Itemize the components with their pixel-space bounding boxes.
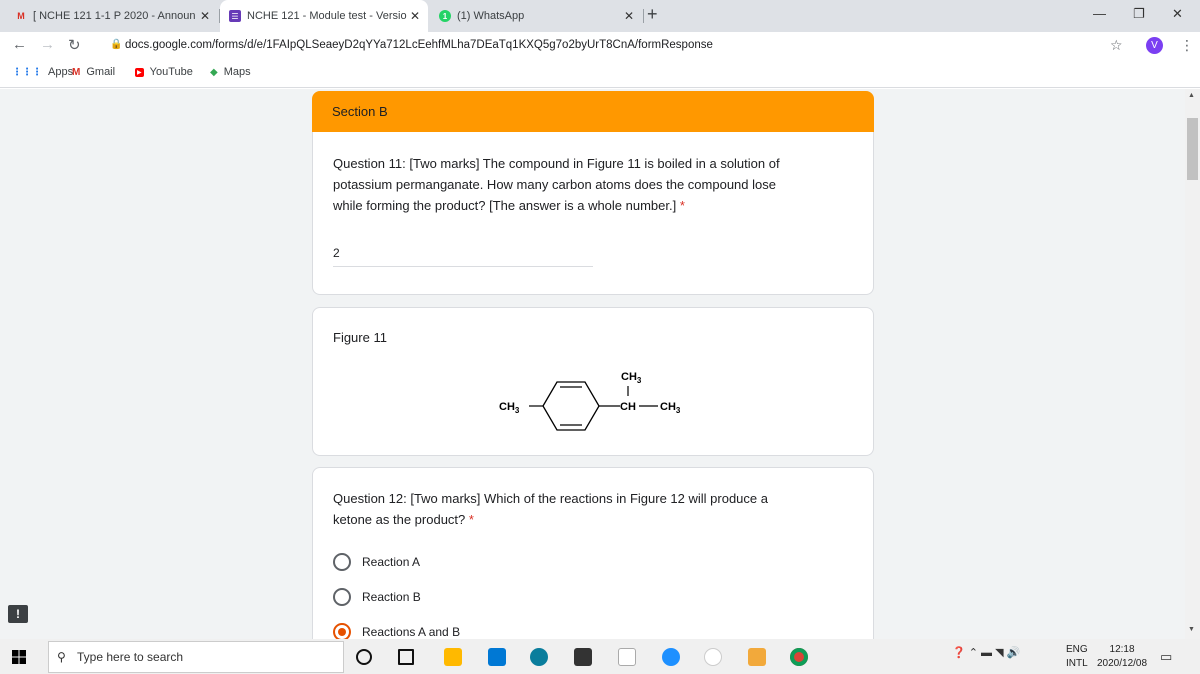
tab-title: (1) WhatsApp (457, 10, 525, 22)
bookmark-apps[interactable]: ⋮⋮⋮ Apps (12, 66, 73, 78)
figure-title: Figure 11 (333, 330, 387, 345)
section-title: Section B (332, 104, 388, 119)
gmail-icon: M (17, 11, 25, 21)
menu-icon[interactable]: ⋮ (1180, 37, 1194, 54)
file-explorer-icon[interactable] (444, 648, 462, 666)
back-icon[interactable]: ← (12, 36, 27, 53)
reload-icon[interactable]: ↻ (68, 36, 81, 54)
app-icon[interactable] (704, 648, 722, 666)
section-header: Section B (312, 91, 874, 133)
subscript: 3 (676, 406, 681, 415)
bookmark-star-icon[interactable]: ☆ (1110, 37, 1123, 54)
system-tray[interactable]: ❓ ⌃ ▬ ◥ 🔊 (952, 646, 1020, 659)
avatar[interactable]: V (1146, 37, 1163, 54)
youtube-icon: ▶ (135, 67, 144, 77)
question-line: Question 12: [Two marks] Which of the re… (333, 491, 768, 506)
question-line: ketone as the product? (333, 512, 466, 527)
tab-announcements[interactable]: M [ NCHE 121 1-1 P 2020 - Announ ✕ (6, 0, 218, 32)
left-methyl-label: CH (499, 401, 515, 413)
bookmark-label: Maps (223, 66, 251, 78)
search-placeholder[interactable]: Type here to search (77, 650, 183, 664)
scroll-down-icon[interactable]: ▼ (1188, 626, 1195, 633)
language-indicator[interactable]: ENG INTL (1066, 643, 1088, 671)
radio-reaction-b[interactable] (333, 588, 351, 606)
scroll-up-icon[interactable]: ▲ (1188, 92, 1195, 99)
cortana-icon[interactable] (356, 649, 372, 665)
maps-icon: ◆ (210, 66, 218, 78)
date-text: 2020/12/08 (1097, 658, 1148, 669)
benzene-ring (542, 381, 600, 431)
scrollbar-thumb[interactable] (1187, 118, 1198, 180)
bookmark-label: Gmail (86, 66, 116, 78)
restore-icon[interactable]: ❐ (1133, 6, 1145, 22)
svg-text:CH3: CH3 (621, 371, 642, 385)
close-icon[interactable]: ✕ (200, 9, 210, 23)
whatsapp-icon: 1 (439, 10, 451, 22)
dropbox-icon[interactable] (662, 648, 680, 666)
url-text[interactable]: docs.google.com/forms/d/e/1FAIpQLSeaeyD2… (125, 39, 713, 51)
media-icon[interactable] (748, 648, 766, 666)
subscript: 3 (637, 376, 642, 385)
forward-icon[interactable]: → (40, 36, 55, 53)
ch-label: CH (620, 401, 636, 413)
clock[interactable]: 12:18 2020/12/08 (1097, 643, 1147, 671)
close-window-icon[interactable]: ✕ (1172, 6, 1183, 22)
question-line: Question 11: [Two marks] The compound in… (333, 156, 780, 171)
tab-title: [ NCHE 121 1-1 P 2020 - Announ (33, 10, 196, 22)
windows-start-icon[interactable] (12, 650, 26, 664)
bookmark-label: YouTube (149, 66, 193, 78)
google-forms-icon: ☰ (229, 10, 241, 22)
subscript: 3 (515, 406, 520, 415)
option-label[interactable]: Reaction A (362, 555, 420, 569)
question-11-text: Question 11: [Two marks] The compound in… (333, 153, 780, 216)
new-tab-icon[interactable]: + (647, 4, 658, 25)
minimize-icon[interactable]: — (1093, 6, 1106, 21)
bookmark-gmail[interactable]: M Gmail (72, 66, 115, 78)
keyboard-layout: INTL (1066, 658, 1088, 669)
search-icon: ⚲ (57, 650, 66, 664)
gmail-icon: M (72, 66, 81, 78)
close-icon[interactable]: ✕ (410, 9, 420, 23)
lock-icon[interactable]: 🔒 (110, 39, 122, 50)
bookmark-label: Apps (48, 66, 74, 78)
mail-icon[interactable] (488, 648, 506, 666)
notification-icon[interactable]: ▭ (1160, 649, 1172, 665)
apps-icon: ⋮⋮⋮ (12, 66, 42, 78)
time-text: 12:18 (1109, 644, 1135, 655)
answer-input[interactable]: 2 (333, 246, 340, 260)
radio-reaction-a[interactable] (333, 553, 351, 571)
tab-title: NCHE 121 - Module test - Versio (247, 10, 407, 22)
question-12-text: Question 12: [Two marks] Which of the re… (333, 488, 768, 530)
bookmark-maps[interactable]: ◆ Maps (210, 66, 251, 78)
lang-code: ENG (1066, 644, 1088, 655)
bookmark-youtube[interactable]: ▶ YouTube (135, 66, 193, 78)
close-icon[interactable]: ✕ (624, 9, 634, 23)
feedback-icon[interactable]: ! (8, 605, 28, 623)
chrome-icon[interactable] (790, 648, 808, 666)
svg-text:CH3: CH3 (660, 401, 681, 415)
edge-icon[interactable] (530, 648, 548, 666)
tab-divider (643, 9, 644, 23)
right-methyl-label: CH (660, 401, 676, 413)
question-line: potassium permanganate. How many carbon … (333, 177, 776, 192)
svg-text:CH3: CH3 (499, 401, 520, 415)
app-icon[interactable] (618, 648, 636, 666)
task-view-icon[interactable] (398, 649, 414, 665)
store-icon[interactable] (574, 648, 592, 666)
tab-module-test[interactable]: ☰ NCHE 121 - Module test - Versio ✕ (220, 0, 428, 32)
tab-whatsapp[interactable]: 1 (1) WhatsApp ✕ (430, 0, 642, 32)
question-line: while forming the product? [The answer i… (333, 198, 677, 213)
required-marker: * (679, 198, 685, 213)
input-underline (333, 266, 593, 267)
molecule-diagram: CH3 CH3 CH CH3 (499, 371, 681, 431)
option-label[interactable]: Reactions A and B (362, 625, 460, 639)
option-label[interactable]: Reaction B (362, 590, 421, 604)
top-methyl-label: CH (621, 371, 637, 383)
required-marker: * (468, 512, 474, 527)
